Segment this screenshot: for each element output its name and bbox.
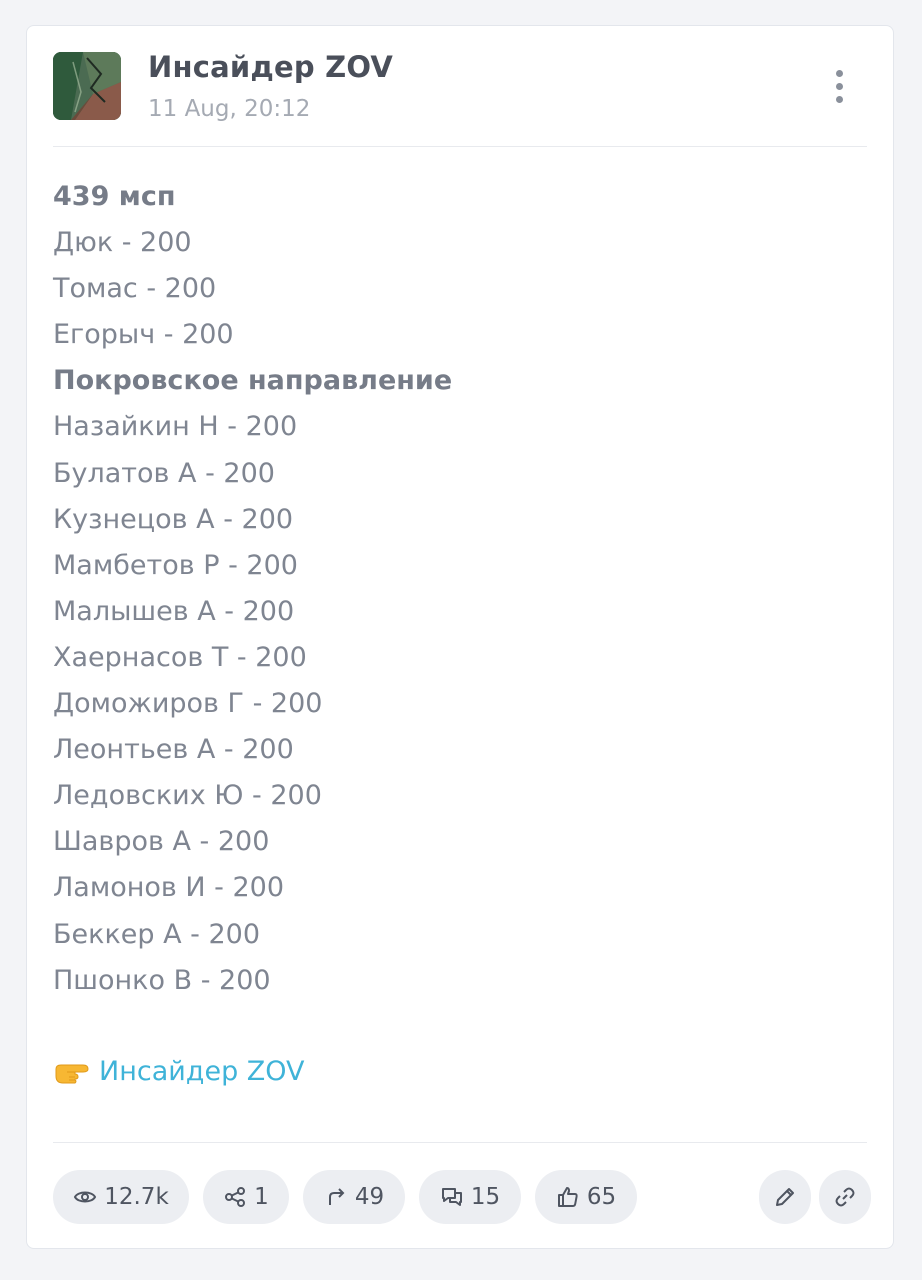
post-text-line: Хаернасов Т - 200 (53, 641, 307, 673)
post-text-line: Доможиров Г - 200 (53, 688, 323, 720)
more-options-button[interactable] (825, 64, 853, 108)
header-divider (53, 146, 867, 147)
views-count: 12.7k (104, 1184, 169, 1210)
post-signature: Инсайдер ZOV (53, 1052, 305, 1092)
comments-icon (441, 1188, 462, 1206)
post-body: 439 мсп Дюк - 200 Томас - 200 Егорыч - 200 П… (53, 174, 867, 1004)
signature-channel-link[interactable]: Инсайдер ZOV (99, 1052, 305, 1092)
post-date: 11 Aug, 20:12 (148, 96, 311, 122)
post-text-line: Егорыч - 200 (53, 319, 234, 351)
comments-counter[interactable]: 15 (419, 1170, 521, 1224)
channel-avatar[interactable] (53, 52, 121, 120)
post-text-line: Булатов А - 200 (53, 457, 275, 489)
edit-button[interactable] (759, 1170, 811, 1224)
post-text-line: Шавров А - 200 (53, 826, 270, 858)
post-text-line: Беккер А - 200 (53, 918, 260, 950)
post-card: Инсайдер ZOV 11 Aug, 20:12 439 мсп Дюк - … (26, 25, 894, 1249)
pointing-hand-icon (53, 1057, 91, 1087)
shares-count: 1 (254, 1184, 269, 1210)
post-heading-line: 439 мсп (53, 181, 176, 212)
share-icon (225, 1187, 246, 1207)
forwards-counter[interactable]: 49 (303, 1170, 405, 1224)
shares-counter[interactable]: 1 (203, 1170, 289, 1224)
reactions-count: 65 (586, 1184, 617, 1210)
post-text-line: Томас - 200 (53, 273, 217, 305)
post-text-line: Малышев А - 200 (53, 595, 295, 627)
eye-icon (74, 1191, 97, 1203)
footer-divider (53, 1142, 867, 1143)
comments-count: 15 (470, 1184, 501, 1210)
link-icon (835, 1187, 855, 1207)
post-header: Инсайдер ZOV 11 Aug, 20:12 (27, 26, 893, 146)
more-dot-icon (835, 69, 843, 77)
views-counter[interactable]: 12.7k (53, 1170, 189, 1224)
post-text-line: Леонтьев А - 200 (53, 734, 294, 766)
reactions-counter[interactable]: 65 (535, 1170, 637, 1224)
channel-name[interactable]: Инсайдер ZOV (148, 50, 393, 84)
copy-link-button[interactable] (819, 1170, 871, 1224)
pencil-icon (776, 1188, 794, 1206)
post-actions-bar: 12.7k 1 49 15 65 (53, 1170, 871, 1224)
post-text-line: Дюк - 200 (53, 227, 192, 259)
post-text-line: Ледовских Ю - 200 (53, 780, 322, 812)
more-dot-icon (835, 95, 843, 103)
post-text-line: Пшонко В - 200 (53, 964, 271, 996)
post-text-line: Назайкин Н - 200 (53, 411, 298, 443)
post-text-line: Ламонов И - 200 (53, 872, 285, 904)
forward-arrow-icon (328, 1188, 345, 1205)
post-heading-line: Покровское направление (53, 365, 453, 397)
more-dot-icon (835, 82, 843, 90)
post-text-line: Кузнецов А - 200 (53, 503, 294, 535)
post-text-line: Мамбетов Р - 200 (53, 549, 298, 581)
thumbs-up-icon (557, 1187, 578, 1207)
forwards-count: 49 (354, 1184, 385, 1210)
